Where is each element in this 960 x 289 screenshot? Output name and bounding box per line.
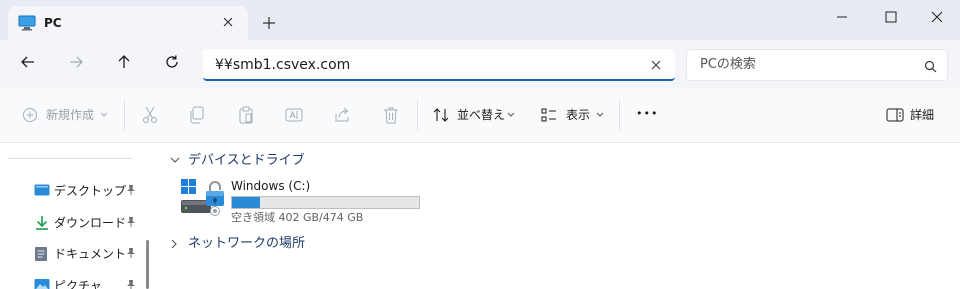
refresh-icon[interactable] [164,54,180,70]
search-icon[interactable] [924,60,937,73]
cut-icon[interactable] [142,106,158,124]
separator [619,100,620,130]
details-pane-icon[interactable] [886,108,904,122]
document-icon [34,246,48,262]
sidebar-item-documents[interactable]: ドキュメント [34,243,144,265]
view-button[interactable]: 表示 [566,107,590,123]
forward-arrow-icon[interactable] [68,54,84,70]
tab-title: PC [44,16,62,30]
pin-icon[interactable] [126,247,136,259]
download-icon [34,215,50,231]
desktop-icon [34,183,50,197]
copy-icon[interactable] [189,106,205,124]
pin-icon[interactable] [126,279,136,289]
sort-icon[interactable] [433,107,449,123]
address-text[interactable]: ¥¥smb1.csvex.com [215,56,350,74]
drive-name: Windows (C:) [231,179,311,193]
drive-bitlocker-icon [180,178,226,218]
details-button[interactable]: 詳細 [910,107,934,123]
new-plus-icon [22,107,38,123]
group-label: ネットワークの場所 [188,236,306,251]
search-box[interactable]: PCの検索 [686,49,948,81]
search-input[interactable]: PCの検索 [700,56,756,74]
command-bar: 新規作成 並べ替え 表示 ••• 詳細 [0,88,960,143]
chevron-down-icon [596,112,604,118]
maximize-icon[interactable] [884,10,898,24]
sidebar-item-label: ダウンロード [54,216,127,230]
clear-address-icon[interactable] [650,59,662,71]
new-button[interactable]: 新規作成 [46,107,94,123]
chevron-down-icon [507,112,515,118]
navigation-bar: ¥¥smb1.csvex.com PCの検索 [0,40,960,88]
back-arrow-icon[interactable] [20,54,36,70]
title-bar: PC [0,0,960,40]
up-arrow-icon[interactable] [116,54,132,70]
sidebar-scrollbar[interactable] [146,240,149,289]
view-icon[interactable] [541,108,557,122]
chevron-down-icon[interactable] [170,156,180,164]
sidebar-item-label: デスクトップ [54,184,127,198]
sidebar-divider [8,158,132,159]
close-window-icon[interactable] [930,10,944,24]
drive-usage-fill [232,197,260,208]
pin-icon[interactable] [126,184,136,196]
computer-icon [18,15,36,31]
drive-free-space: 空き領域 402 GB/474 GB [231,211,364,224]
sidebar-item-desktop[interactable]: デスクトップ [34,180,144,202]
sidebar-item-pictures[interactable]: ピクチャ [34,275,144,289]
more-options-button[interactable]: ••• [636,106,658,122]
tab-pc[interactable]: PC [8,6,248,40]
sidebar-item-label: ピクチャ [54,279,102,289]
group-network-locations[interactable]: ネットワークの場所 [170,234,370,254]
chevron-right-icon[interactable] [170,239,178,249]
sidebar-item-downloads[interactable]: ダウンロード [34,212,144,234]
share-icon[interactable] [333,106,351,124]
tab-close-icon[interactable] [221,15,235,29]
new-tab-icon[interactable] [262,16,276,30]
group-devices-and-drives[interactable]: デバイスとドライブ [170,151,370,171]
content-pane: デバイスとドライブ Windows (C:) 空き領域 402 GB/474 G… [160,143,960,289]
rename-icon[interactable] [285,106,303,124]
drive-item-c[interactable]: Windows (C:) 空き領域 402 GB/474 GB [180,178,430,226]
address-bar[interactable]: ¥¥smb1.csvex.com [203,49,675,81]
drive-usage-bar [231,196,420,209]
minimize-icon[interactable] [835,15,849,19]
separator [417,100,418,130]
paste-icon[interactable] [238,106,254,124]
pictures-icon [34,278,50,289]
navigation-pane: デスクトップ ダウンロード ドキュメント ピクチャ [0,143,160,289]
delete-icon[interactable] [383,106,399,124]
group-label: デバイスとドライブ [188,153,305,168]
pin-icon[interactable] [126,216,136,228]
sidebar-item-label: ドキュメント [54,247,127,261]
chevron-down-icon [100,112,108,118]
separator [124,100,125,130]
sort-button[interactable]: 並べ替え [457,107,505,123]
